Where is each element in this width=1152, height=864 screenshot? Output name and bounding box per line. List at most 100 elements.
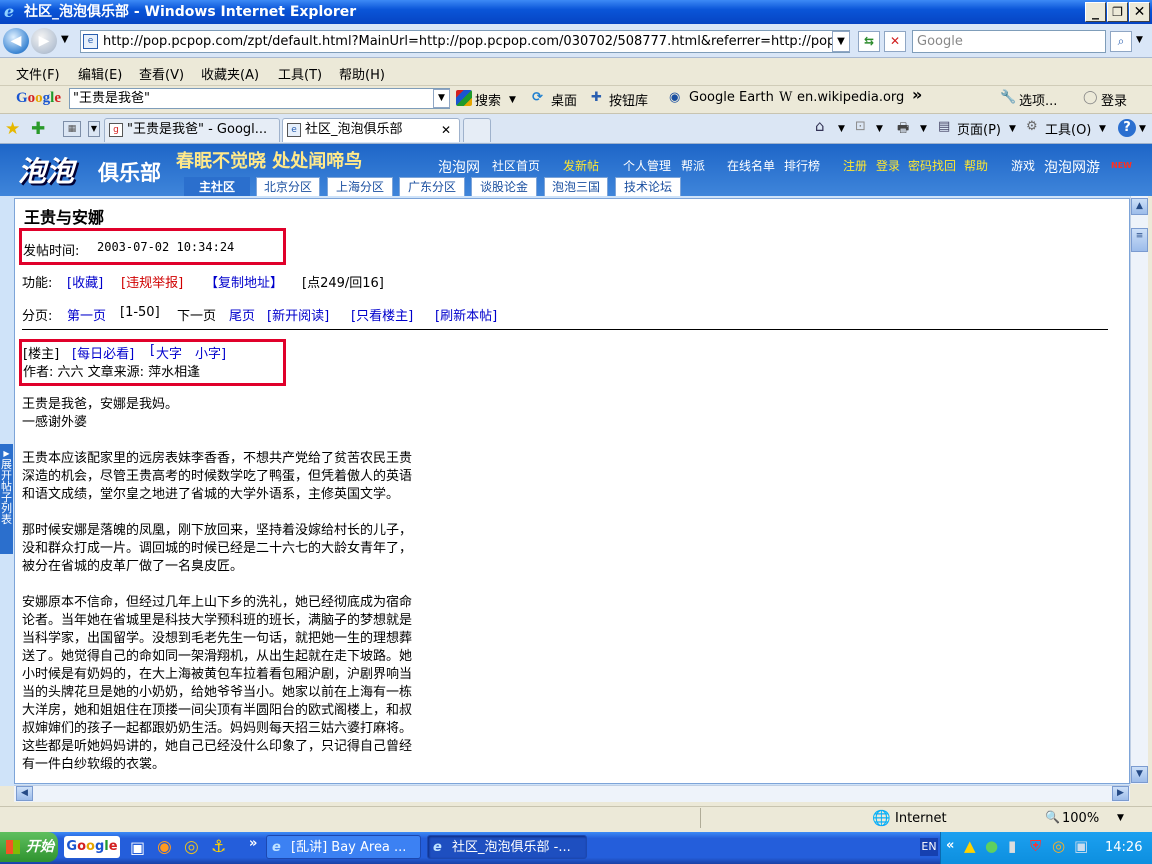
new-read-link[interactable]: [新开阅读] xyxy=(267,305,329,324)
forum-tab-beijing[interactable]: 北京分区 xyxy=(256,177,320,196)
forum-tab-stocks[interactable]: 谈股论金 xyxy=(471,177,537,196)
nav-online-list[interactable]: 在线名单 xyxy=(727,157,775,174)
options-button[interactable]: 选项... xyxy=(1019,90,1057,109)
favorites-star-icon[interactable]: ★ xyxy=(5,119,20,139)
nav-personal[interactable]: 个人管理 xyxy=(623,157,671,174)
menu-tools[interactable]: 工具(T) xyxy=(278,64,322,83)
refresh-post-link[interactable]: [刷新本帖] xyxy=(435,305,497,324)
tab-close-icon[interactable]: ✕ xyxy=(441,123,451,137)
nav-new-post[interactable]: 发新帖 xyxy=(563,157,599,174)
close-button[interactable]: ✕ xyxy=(1129,2,1150,22)
feeds-icon[interactable]: ⊡ xyxy=(855,119,866,134)
add-favorite-icon[interactable]: ✚ xyxy=(31,119,45,139)
search-options-icon[interactable]: ▼ xyxy=(1136,35,1143,45)
quicklaunch-chrome-icon[interactable]: ◎ xyxy=(184,837,199,857)
tray-display-icon[interactable]: ▣ xyxy=(1074,837,1088,855)
menu-help[interactable]: 帮助(H) xyxy=(339,64,385,83)
new-tab-button[interactable] xyxy=(463,118,491,142)
forum-tab-main[interactable]: 主社区 xyxy=(184,177,250,196)
tray-network-icon[interactable]: ▲ xyxy=(964,837,976,855)
taskbar-item-bayarea[interactable]: e [乱讲] Bay Area ... xyxy=(266,835,421,859)
menu-edit[interactable]: 编辑(E) xyxy=(78,64,122,83)
tools-dropdown-icon[interactable]: ▼ xyxy=(1099,124,1106,134)
maximize-button[interactable]: ❐ xyxy=(1107,2,1128,22)
forum-tab-guangdong[interactable]: 广东分区 xyxy=(399,177,465,196)
search-input[interactable]: Google xyxy=(912,30,1106,53)
print-dropdown-icon[interactable]: ▼ xyxy=(920,124,927,134)
taskbar-item-pcpop[interactable]: e 社区_泡泡俱乐部 -... xyxy=(427,835,587,859)
language-indicator[interactable]: EN xyxy=(920,838,938,856)
nav-help[interactable]: 帮助 xyxy=(964,157,988,174)
nav-pcpop[interactable]: 泡泡网 xyxy=(438,157,480,177)
nav-pop-games[interactable]: 泡泡网游 xyxy=(1044,157,1100,177)
scroll-thumb[interactable]: ≡ xyxy=(1131,228,1148,252)
tab-list-dropdown-icon[interactable]: ▼ xyxy=(88,121,100,137)
collect-link[interactable]: [收藏] xyxy=(67,272,103,291)
home-dropdown-icon[interactable]: ▼ xyxy=(838,124,845,134)
nav-gang[interactable]: 帮派 xyxy=(681,157,705,174)
menu-file[interactable]: 文件(F) xyxy=(16,64,60,83)
search-dropdown-icon[interactable]: ▼ xyxy=(509,95,516,105)
tools-menu-button[interactable]: 工具(O) xyxy=(1045,119,1091,138)
report-link[interactable]: [违规举报] xyxy=(121,272,183,291)
quicklaunch-firefox-icon[interactable]: ◉ xyxy=(157,837,172,857)
nav-password[interactable]: 密码找回 xyxy=(908,157,956,174)
refresh-icon[interactable]: ⇆ xyxy=(858,31,880,52)
clock[interactable]: 14:26 xyxy=(1105,840,1142,855)
back-button[interactable]: ◀ xyxy=(3,28,29,54)
next-page-link[interactable]: 下一页 xyxy=(177,305,216,324)
help-dropdown-icon[interactable]: ▼ xyxy=(1139,124,1146,134)
nav-games[interactable]: 游戏 xyxy=(1011,157,1035,174)
site-logo[interactable]: 泡泡 xyxy=(18,150,74,190)
feeds-dropdown-icon[interactable]: ▼ xyxy=(876,124,883,134)
button-gallery-button[interactable]: 按钮库 xyxy=(609,90,648,109)
quicklaunch-more[interactable]: » xyxy=(249,836,257,851)
daily-link[interactable]: [每日必看] xyxy=(72,343,134,362)
first-page-link[interactable]: 第一页 xyxy=(67,305,106,324)
forward-button[interactable]: ▶ xyxy=(31,28,57,54)
tray-shield-icon[interactable]: ⛨ xyxy=(1030,837,1041,855)
search-icon[interactable]: ⌕ xyxy=(1110,31,1132,52)
quicklaunch-anchor-icon[interactable]: ⚓ xyxy=(211,837,226,857)
small-font-link[interactable]: 小字] xyxy=(195,343,226,362)
address-input[interactable]: http://pop.pcpop.com/zpt/default.html?Ma… xyxy=(80,30,850,53)
menu-view[interactable]: 查看(V) xyxy=(139,64,184,83)
google-search-input[interactable]: "王贵是我爸" xyxy=(69,88,450,109)
print-icon[interactable]: 🖶 xyxy=(897,119,909,141)
copy-address-link[interactable]: 【复制地址】 xyxy=(205,272,283,291)
quicklaunch-app-icon[interactable]: ▣ xyxy=(130,838,145,857)
nav-community-home[interactable]: 社区首页 xyxy=(492,157,540,174)
nav-register[interactable]: 注册 xyxy=(843,157,867,174)
tray-device-icon[interactable]: ▮ xyxy=(1008,837,1016,855)
expand-post-list-tab[interactable]: ▶ 展开帖子列表 xyxy=(0,444,13,554)
minimize-button[interactable]: _ xyxy=(1085,2,1106,22)
zoom-dropdown-icon[interactable]: ▼ xyxy=(1117,813,1124,823)
google-earth-button[interactable]: Google Earth xyxy=(689,90,774,105)
google-desktop-button[interactable]: 桌面 xyxy=(551,90,577,109)
history-dropdown-icon[interactable]: ▼ xyxy=(61,34,69,45)
google-search-button[interactable]: 搜索 xyxy=(475,90,501,109)
last-page-link[interactable]: 尾页 xyxy=(229,305,255,324)
sign-in-button[interactable]: 登录 xyxy=(1101,90,1127,109)
horizontal-scrollbar[interactable] xyxy=(14,785,1130,802)
tray-expand-icon[interactable]: « xyxy=(946,838,954,853)
address-dropdown-icon[interactable]: ▼ xyxy=(832,31,850,52)
google-search-dropdown-icon[interactable]: ▼ xyxy=(433,89,450,108)
scroll-right-button[interactable]: ▶ xyxy=(1112,786,1129,801)
big-font-link[interactable]: 大字 xyxy=(156,343,182,362)
quick-tabs-icon[interactable]: ▦ xyxy=(63,121,81,137)
tray-chrome-icon[interactable]: ◎ xyxy=(1052,837,1065,855)
nav-ranking[interactable]: 排行榜 xyxy=(784,157,820,174)
only-owner-link[interactable]: [只看楼主] xyxy=(351,305,413,324)
page-menu-button[interactable]: 页面(P) xyxy=(957,119,1001,138)
toolbar-more-button[interactable]: » xyxy=(912,85,922,104)
nav-login[interactable]: 登录 xyxy=(876,157,900,174)
forum-tab-tech[interactable]: 技术论坛 xyxy=(615,177,681,196)
scroll-down-button[interactable]: ▼ xyxy=(1131,766,1148,783)
tab-google-search[interactable]: g "王贵是我爸" - Googl... xyxy=(104,118,280,142)
tray-messenger-icon[interactable]: ● xyxy=(985,837,998,855)
google-deskbar[interactable]: Google xyxy=(64,836,120,858)
menu-favorites[interactable]: 收藏夹(A) xyxy=(201,64,259,83)
vertical-scrollbar[interactable] xyxy=(1130,196,1148,784)
forum-tab-shanghai[interactable]: 上海分区 xyxy=(327,177,393,196)
